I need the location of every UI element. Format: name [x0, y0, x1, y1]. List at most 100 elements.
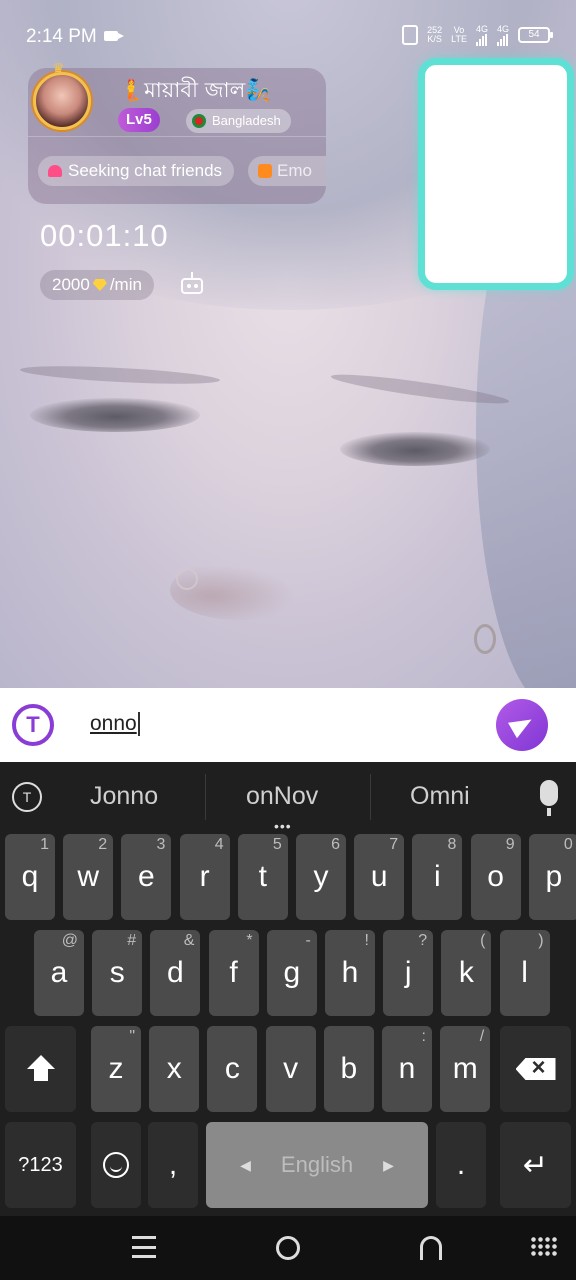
- home-icon[interactable]: [276, 1236, 300, 1260]
- heart-icon: [48, 165, 62, 177]
- bangladesh-flag-icon: [192, 114, 206, 128]
- suggestion-2[interactable]: onNov: [246, 782, 318, 811]
- symbols-key[interactable]: ?123: [5, 1122, 76, 1208]
- space-key[interactable]: ◀ English ▶: [206, 1122, 428, 1208]
- key-o[interactable]: o9: [470, 834, 521, 920]
- key-v[interactable]: v: [265, 1026, 316, 1112]
- enter-key[interactable]: ↵: [500, 1122, 571, 1208]
- key-label: t: [258, 860, 267, 893]
- key-hint: 7: [389, 836, 399, 853]
- key-hint: 8: [447, 836, 457, 853]
- period-key[interactable]: .: [436, 1122, 486, 1208]
- key-hint: *: [246, 932, 253, 949]
- volte-indicator: Vo LTE: [451, 26, 467, 44]
- key-j[interactable]: j?: [383, 930, 434, 1016]
- signal-1-bars-icon: [476, 34, 488, 46]
- rate-value: 2000: [52, 275, 90, 294]
- key-f[interactable]: f *: [208, 930, 259, 1016]
- key-label: x: [166, 1052, 182, 1085]
- profile-card[interactable]: ♛ 🧜মায়াবী জাল🧞 Lv5 Bangladesh Seeking c…: [28, 60, 326, 204]
- key-y[interactable]: y6: [296, 834, 346, 920]
- key-r[interactable]: r4: [179, 834, 230, 920]
- card-divider: [28, 136, 326, 137]
- key-t[interactable]: t5: [237, 834, 288, 920]
- backspace-key[interactable]: [500, 1026, 571, 1112]
- interest-tag-seeking: Seeking chat friends: [38, 156, 235, 186]
- send-button[interactable]: [496, 699, 548, 751]
- robot-icon[interactable]: [178, 272, 206, 300]
- key-q[interactable]: q1: [5, 834, 55, 920]
- interest-tag-label: Emo: [277, 161, 312, 180]
- key-a[interactable]: a @: [34, 930, 84, 1016]
- keyboard-switch-icon[interactable]: [530, 1236, 558, 1258]
- key-label: ?123: [18, 1153, 63, 1176]
- key-d[interactable]: d &: [150, 930, 201, 1016]
- more-suggestions-icon[interactable]: •••: [274, 818, 292, 834]
- suggestion-1[interactable]: Jonno: [90, 782, 158, 811]
- vibrate-icon: [402, 25, 419, 45]
- signal-2-bars-icon: [497, 34, 509, 46]
- key-label: n: [398, 1052, 416, 1085]
- key-p[interactable]: p0: [528, 834, 576, 920]
- video-eye-left: [30, 398, 200, 432]
- emoji-icon: [103, 1152, 129, 1178]
- key-n[interactable]: n:: [382, 1026, 432, 1112]
- translate-toggle-icon[interactable]: T: [12, 782, 42, 812]
- back-icon[interactable]: [420, 1236, 442, 1260]
- self-preview[interactable]: [418, 58, 574, 290]
- key-label: o: [487, 860, 504, 893]
- message-input[interactable]: onno: [90, 712, 140, 736]
- language-right-icon: ▶: [383, 1156, 394, 1173]
- key-x[interactable]: x: [149, 1026, 200, 1112]
- key-hint: !: [364, 932, 369, 949]
- key-w[interactable]: w2: [63, 834, 114, 920]
- key-l[interactable]: l): [499, 930, 550, 1016]
- key-u[interactable]: u7: [354, 834, 405, 920]
- signal-1: 4G: [476, 24, 488, 46]
- key-hint: 1: [40, 836, 49, 853]
- country-badge: Bangladesh: [186, 109, 291, 133]
- key-hint: /: [479, 1028, 485, 1045]
- recent-apps-icon[interactable]: [132, 1236, 156, 1258]
- translate-icon[interactable]: T: [12, 704, 54, 746]
- video-nose-ring: [176, 568, 198, 590]
- key-h[interactable]: h!: [325, 930, 375, 1016]
- key-m[interactable]: m /: [440, 1026, 491, 1112]
- key-label: h: [341, 956, 359, 989]
- language-left-icon: ◀: [240, 1156, 251, 1173]
- key-label: z: [108, 1052, 124, 1085]
- key-hint: :: [421, 1028, 426, 1045]
- level-badge: Lv5: [118, 108, 160, 132]
- call-timer: 00:01:10: [40, 218, 169, 253]
- comma-key[interactable]: ,: [148, 1122, 198, 1208]
- key-label: q: [21, 860, 39, 893]
- video-brow-left: [19, 362, 221, 388]
- key-c[interactable]: c: [207, 1026, 258, 1112]
- key-i[interactable]: i8: [412, 834, 463, 920]
- key-z[interactable]: z ": [91, 1026, 141, 1112]
- key-e[interactable]: e3: [121, 834, 172, 920]
- signal-2-label: 4G: [496, 24, 509, 34]
- key-g[interactable]: g-: [266, 930, 317, 1016]
- key-label: English: [280, 1152, 354, 1177]
- keyboard: T Jonno onNov Omni ••• q1w2e3r4t5y6u7i8o…: [0, 762, 576, 1216]
- key-label: r: [199, 860, 210, 893]
- key-hint: (: [480, 932, 486, 949]
- call-rate: 2000 /min: [40, 270, 154, 300]
- key-s[interactable]: s #: [92, 930, 143, 1016]
- key-label: m: [452, 1052, 478, 1085]
- key-hint: 3: [156, 836, 166, 853]
- key-k[interactable]: k(: [441, 930, 492, 1016]
- emoji-key[interactable]: [91, 1122, 141, 1208]
- note-icon: [258, 164, 272, 178]
- shift-key[interactable]: [5, 1026, 76, 1112]
- microphone-icon[interactable]: [540, 780, 558, 816]
- interest-tag-label: Seeking chat friends: [68, 161, 223, 180]
- suggestion-3[interactable]: Omni: [410, 782, 470, 811]
- key-label: c: [224, 1052, 240, 1085]
- key-hint: ?: [418, 932, 428, 949]
- diamond-icon: [92, 279, 107, 291]
- avatar[interactable]: [33, 72, 91, 130]
- key-b[interactable]: b: [323, 1026, 374, 1112]
- volte-bottom: LTE: [451, 34, 467, 44]
